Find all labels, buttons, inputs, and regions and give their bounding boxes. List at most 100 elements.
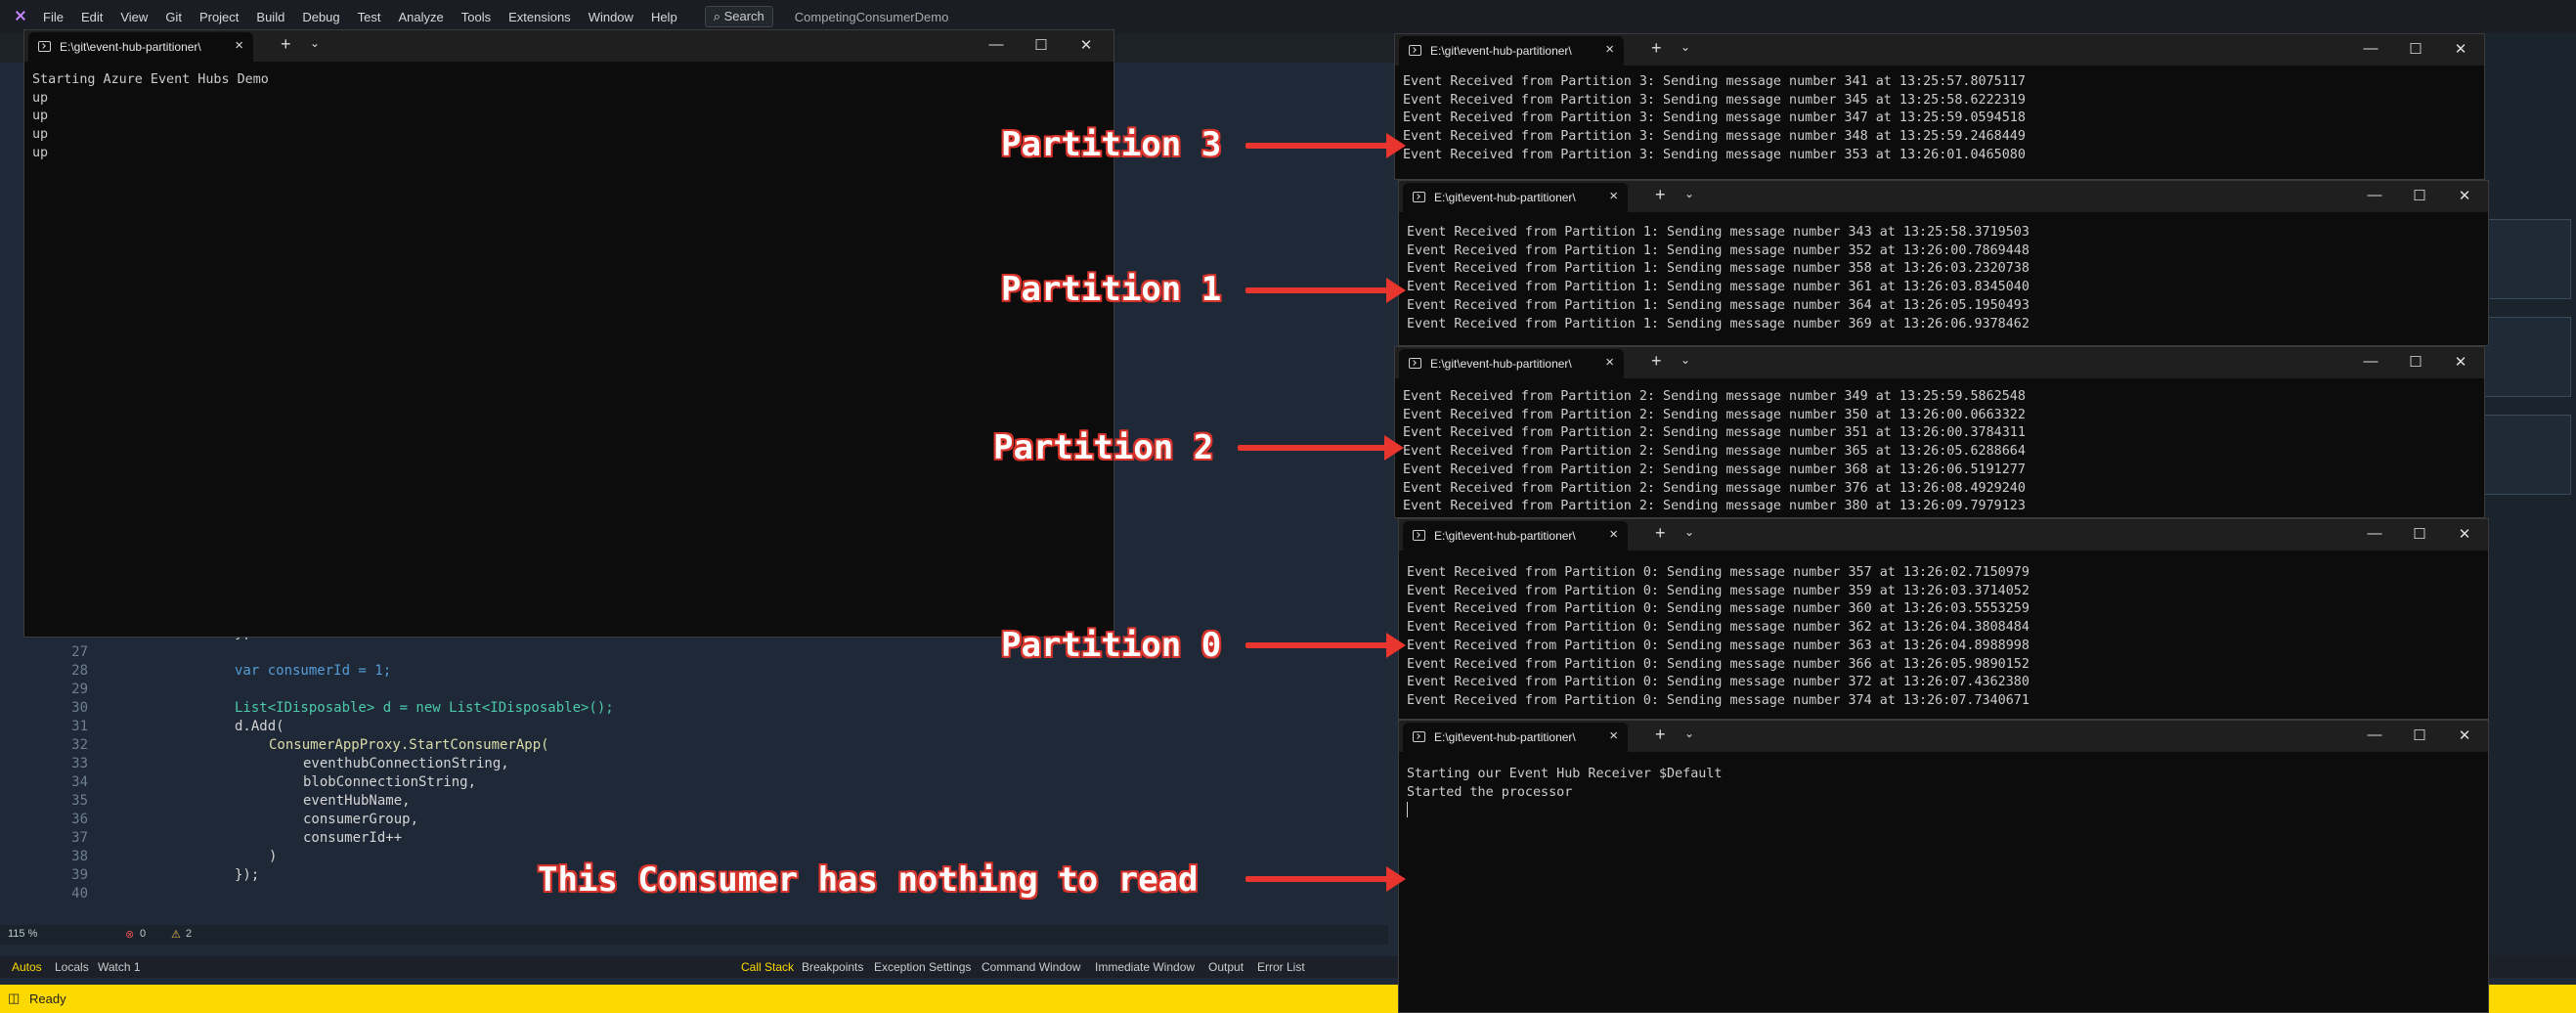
menu-help[interactable]: Help bbox=[651, 10, 677, 24]
new-tab-button[interactable]: + bbox=[1655, 725, 1666, 745]
terminal-titlebar[interactable]: E:\git\event-hub-partitioner\ × + ⌄ — ☐ … bbox=[1399, 181, 2488, 212]
terminal-titlebar[interactable]: E:\git\event-hub-partitioner\ × + ⌄ — ☐ … bbox=[1399, 519, 2488, 551]
terminal-line: Starting our Event Hub Receiver $Default bbox=[1407, 767, 1723, 781]
terminal-tab[interactable]: E:\git\event-hub-partitioner\ × bbox=[1399, 36, 1624, 66]
arrow-icon bbox=[1245, 866, 1406, 892]
menu-debug[interactable]: Debug bbox=[302, 10, 339, 24]
terminal-window-idle-consumer[interactable]: E:\git\event-hub-partitioner\ × + ⌄ — ☐ … bbox=[1398, 720, 2489, 1013]
tab-call-stack[interactable]: Call Stack bbox=[741, 960, 794, 974]
terminal-tab[interactable]: E:\git\event-hub-partitioner\ × bbox=[1403, 183, 1628, 212]
menu-git[interactable]: Git bbox=[165, 10, 182, 24]
tab-immediate-window[interactable]: Immediate Window bbox=[1095, 960, 1195, 974]
menu-build[interactable]: Build bbox=[256, 10, 284, 24]
terminal-line: Starting Azure Event Hubs Demo bbox=[32, 72, 269, 87]
tab-locals[interactable]: Locals bbox=[55, 960, 89, 974]
chevron-down-icon[interactable]: ⌄ bbox=[1681, 40, 1690, 54]
terminal-titlebar[interactable]: E:\git\event-hub-partitioner\ × + ⌄ — ☐ … bbox=[1399, 721, 2488, 752]
terminal-titlebar[interactable]: E:\git\event-hub-partitioner\ × + ⌄ — ☐ … bbox=[1395, 34, 2484, 66]
menu-window[interactable]: Window bbox=[589, 10, 633, 24]
close-window-button[interactable]: ✕ bbox=[2451, 40, 2470, 58]
search-box[interactable]: ⌕ Search bbox=[704, 6, 773, 27]
terminal-window-partition-2[interactable]: E:\git\event-hub-partitioner\ × + ⌄ — ☐ … bbox=[1394, 346, 2485, 518]
minimize-button[interactable]: — bbox=[2361, 40, 2380, 57]
terminal-window-partition-0[interactable]: E:\git\event-hub-partitioner\ × + ⌄ — ☐ … bbox=[1398, 518, 2489, 720]
chevron-down-icon[interactable]: ⌄ bbox=[1684, 187, 1694, 200]
chevron-down-icon[interactable]: ⌄ bbox=[1684, 525, 1694, 539]
zoom-level[interactable]: 115 % bbox=[8, 928, 37, 940]
tab-breakpoints[interactable]: Breakpoints bbox=[802, 960, 863, 974]
terminal-output[interactable]: Event Received from Partition 2: Sending… bbox=[1403, 388, 2476, 516]
terminal-titlebar[interactable]: E:\git\event-hub-partitioner\ × + ⌄ — ☐ … bbox=[1395, 347, 2484, 378]
arrow-icon bbox=[1238, 435, 1404, 461]
terminal-line: Event Received from Partition 0: Sending… bbox=[1407, 692, 2030, 708]
new-tab-button[interactable]: + bbox=[1651, 351, 1662, 372]
tab-output[interactable]: Output bbox=[1208, 960, 1244, 974]
terminal-tab[interactable]: E:\git\event-hub-partitioner\ × bbox=[1403, 521, 1628, 551]
terminal-tab[interactable]: E:\git\event-hub-partitioner\ × bbox=[28, 32, 253, 62]
close-window-button[interactable]: ✕ bbox=[2455, 525, 2474, 543]
minimize-button[interactable]: — bbox=[2365, 727, 2384, 743]
close-window-button[interactable]: ✕ bbox=[2455, 727, 2474, 744]
menu-tools[interactable]: Tools bbox=[461, 10, 491, 24]
tab-error-list[interactable]: Error List bbox=[1257, 960, 1305, 974]
menu-view[interactable]: View bbox=[120, 10, 148, 24]
terminal-output[interactable]: Starting our Event Hub Receiver $Default… bbox=[1407, 766, 2480, 820]
maximize-button[interactable]: ☐ bbox=[2410, 525, 2429, 543]
terminal-output[interactable]: Event Received from Partition 0: Sending… bbox=[1407, 564, 2480, 711]
new-tab-button[interactable]: + bbox=[1651, 38, 1662, 59]
maximize-button[interactable]: ☐ bbox=[2410, 727, 2429, 744]
terminal-window-partition-1[interactable]: E:\git\event-hub-partitioner\ × + ⌄ — ☐ … bbox=[1398, 180, 2489, 346]
close-window-button[interactable]: ✕ bbox=[2455, 187, 2474, 204]
maximize-button[interactable]: ☐ bbox=[2406, 40, 2425, 58]
minimize-button[interactable]: — bbox=[2365, 525, 2384, 542]
code-line: 35 eventHubName, bbox=[0, 793, 880, 812]
terminal-line: Event Received from Partition 1: Sending… bbox=[1407, 242, 2030, 258]
error-count[interactable]: 0 bbox=[140, 928, 146, 940]
maximize-button[interactable]: ☐ bbox=[2410, 187, 2429, 204]
minimize-button[interactable]: — bbox=[2361, 353, 2380, 370]
terminal-output[interactable]: Starting Azure Event Hubs Demo up up up up bbox=[32, 71, 1106, 163]
line-number: 37 bbox=[71, 830, 88, 846]
tab-exception-settings[interactable]: Exception Settings bbox=[874, 960, 971, 974]
terminal-window-partition-3[interactable]: E:\git\event-hub-partitioner\ × + ⌄ — ☐ … bbox=[1394, 33, 2485, 180]
menu-test[interactable]: Test bbox=[358, 10, 381, 24]
line-number: 30 bbox=[71, 700, 88, 716]
close-window-button[interactable]: ✕ bbox=[1076, 36, 1096, 54]
new-tab-button[interactable]: + bbox=[1655, 523, 1666, 544]
menu-analyze[interactable]: Analyze bbox=[398, 10, 443, 24]
close-window-button[interactable]: ✕ bbox=[2451, 353, 2470, 371]
close-icon[interactable]: × bbox=[1609, 188, 1618, 204]
new-tab-button[interactable]: + bbox=[1655, 185, 1666, 205]
chevron-down-icon[interactable]: ⌄ bbox=[1681, 353, 1690, 367]
minimize-button[interactable]: — bbox=[2365, 187, 2384, 203]
terminal-titlebar[interactable]: E:\git\event-hub-partitioner\ × + ⌄ — ☐ … bbox=[24, 30, 1113, 62]
warning-count[interactable]: 2 bbox=[186, 928, 192, 940]
minimize-button[interactable]: — bbox=[986, 36, 1006, 53]
close-icon[interactable]: × bbox=[1605, 354, 1614, 371]
menu-file[interactable]: File bbox=[43, 10, 64, 24]
terminal-tab[interactable]: E:\git\event-hub-partitioner\ × bbox=[1399, 349, 1624, 378]
menu-project[interactable]: Project bbox=[199, 10, 239, 24]
close-icon[interactable]: × bbox=[235, 37, 243, 54]
tab-watch-1[interactable]: Watch 1 bbox=[98, 960, 141, 974]
visual-studio-logo-icon[interactable]: ⨯ bbox=[12, 8, 29, 25]
maximize-button[interactable]: ☐ bbox=[1031, 36, 1051, 54]
code-text: consumerId++ bbox=[303, 830, 403, 846]
new-tab-button[interactable]: + bbox=[281, 34, 291, 55]
terminal-output[interactable]: Event Received from Partition 3: Sending… bbox=[1403, 73, 2476, 165]
terminal-output[interactable]: Event Received from Partition 1: Sending… bbox=[1407, 224, 2480, 333]
menu-extensions[interactable]: Extensions bbox=[508, 10, 571, 24]
terminal-tab-title: E:\git\event-hub-partitioner\ bbox=[1434, 730, 1576, 744]
close-icon[interactable]: × bbox=[1609, 727, 1618, 744]
menu-edit[interactable]: Edit bbox=[81, 10, 103, 24]
close-icon[interactable]: × bbox=[1609, 526, 1618, 543]
terminal-tab[interactable]: E:\git\event-hub-partitioner\ × bbox=[1403, 723, 1628, 752]
chevron-down-icon[interactable]: ⌄ bbox=[310, 36, 320, 50]
tab-autos[interactable]: Autos bbox=[12, 960, 42, 974]
chevron-down-icon[interactable]: ⌄ bbox=[1684, 727, 1694, 740]
terminal-line: Event Received from Partition 2: Sending… bbox=[1403, 480, 2026, 496]
terminal-window-main[interactable]: E:\git\event-hub-partitioner\ × + ⌄ — ☐ … bbox=[23, 29, 1114, 638]
maximize-button[interactable]: ☐ bbox=[2406, 353, 2425, 371]
close-icon[interactable]: × bbox=[1605, 41, 1614, 58]
tab-command-window[interactable]: Command Window bbox=[982, 960, 1080, 974]
